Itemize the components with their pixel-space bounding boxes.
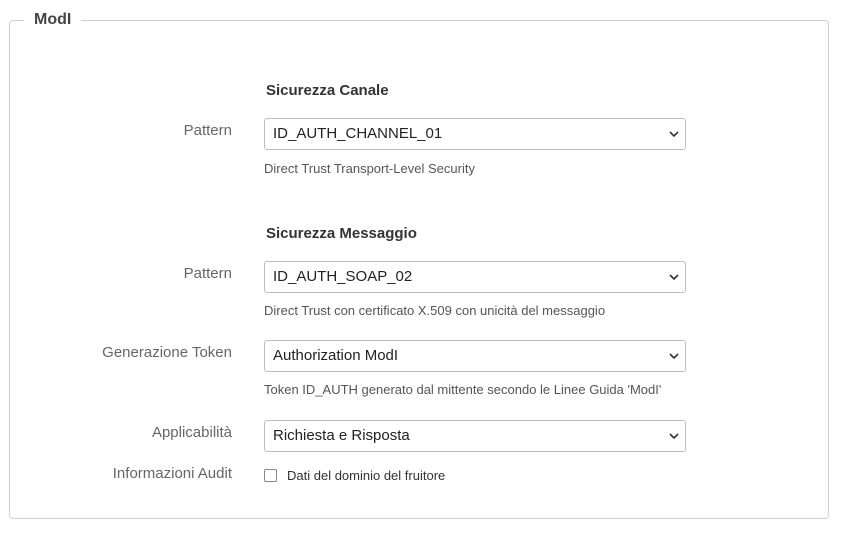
applicability-select[interactable]: Richiesta e Risposta (264, 420, 686, 452)
token-generation-help: Token ID_AUTH generato dal mittente seco… (264, 382, 662, 397)
channel-pattern-label: Pattern (183, 122, 232, 139)
token-generation-value: Authorization ModI (273, 347, 399, 364)
chevron-down-icon (669, 274, 679, 281)
audit-info-label: Informazioni Audit (112, 465, 232, 482)
message-pattern-label: Pattern (183, 265, 232, 282)
channel-pattern-select[interactable]: ID_AUTH_CHANNEL_01 (264, 118, 686, 150)
token-generation-label: Generazione Token (102, 344, 232, 361)
chevron-down-icon (669, 131, 679, 138)
message-pattern-select[interactable]: ID_AUTH_SOAP_02 (264, 261, 686, 293)
channel-security-title: Sicurezza Canale (266, 82, 389, 99)
applicability-value: Richiesta e Risposta (273, 427, 410, 444)
token-generation-select[interactable]: Authorization ModI (264, 340, 686, 372)
channel-pattern-value: ID_AUTH_CHANNEL_01 (273, 125, 443, 142)
message-security-title: Sicurezza Messaggio (266, 225, 417, 242)
channel-pattern-help: Direct Trust Transport-Level Security (264, 161, 475, 176)
fieldset-legend: ModI (24, 9, 82, 31)
chevron-down-icon (669, 353, 679, 360)
message-pattern-help: Direct Trust con certificato X.509 con u… (264, 303, 606, 318)
message-pattern-value: ID_AUTH_SOAP_02 (273, 268, 413, 285)
audit-checkbox[interactable] (264, 469, 277, 482)
chevron-down-icon (669, 433, 679, 440)
audit-checkbox-label[interactable]: Dati del dominio del fruitore (287, 468, 445, 483)
applicability-label: Applicabilità (151, 424, 232, 441)
